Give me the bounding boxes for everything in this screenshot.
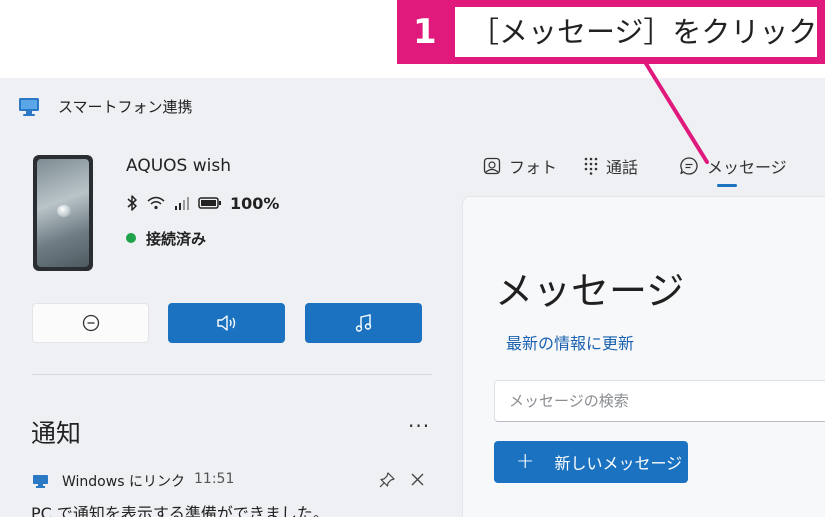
pin-icon[interactable] [379, 472, 395, 488]
battery-percentage: 100% [230, 193, 280, 213]
connected-dot-icon [126, 233, 136, 243]
bluetooth-icon [127, 195, 137, 211]
connection-status-text: 接続済み [146, 229, 207, 248]
connection-status: 接続済み [126, 228, 206, 248]
new-message-button[interactable]: + 新しいメッセージ [494, 441, 688, 483]
plus-icon: + [516, 449, 535, 474]
wifi-icon [147, 196, 165, 210]
music-note-icon [355, 314, 371, 332]
step-instruction-text: ［メッセージ］をクリック [470, 15, 818, 49]
signal-icon [175, 197, 189, 210]
notification-time: 11:51 [194, 471, 235, 487]
notification-body: PC で通知を表示する準備ができました。 [31, 504, 329, 517]
messages-heading: メッセージ [495, 269, 685, 313]
phone-image [33, 155, 93, 271]
minus-circle-icon [82, 314, 99, 332]
music-button[interactable] [305, 303, 422, 343]
volume-button[interactable] [168, 303, 285, 343]
step-number: 1 [413, 12, 437, 52]
tab-photos-label: フォト [509, 158, 558, 177]
phone-link-window: スマートフォン連携 AQUOS wish 100% 接続済み 通知 ··· Wi… [0, 78, 825, 517]
tab-messages[interactable]: メッセージ [679, 154, 787, 178]
phone-link-icon [19, 98, 39, 116]
tab-messages-label: メッセージ [707, 158, 787, 177]
tab-photos[interactable]: フォト [483, 154, 557, 178]
notification-app-name: Windows にリンク [62, 474, 185, 490]
link-to-windows-icon [33, 475, 48, 488]
speaker-icon [216, 315, 235, 331]
phone-wallpaper [37, 159, 89, 267]
message-search-field[interactable] [494, 380, 825, 422]
photo-icon [483, 157, 501, 175]
do-not-disturb-button[interactable] [32, 303, 149, 343]
chat-icon [680, 157, 698, 175]
dialpad-icon [584, 157, 598, 175]
refresh-link[interactable]: 最新の情報に更新 [506, 330, 634, 354]
notifications-title: 通知 [31, 419, 82, 448]
more-options-button[interactable]: ··· [408, 414, 430, 438]
new-message-label: 新しいメッセージ [554, 454, 683, 473]
divider [32, 374, 432, 375]
window-title: スマートフォン連携 [58, 98, 193, 116]
tab-calls-label: 通話 [606, 158, 639, 177]
battery-icon [198, 197, 221, 209]
message-search-input[interactable] [495, 381, 825, 421]
tab-calls[interactable]: 通話 [584, 154, 638, 178]
close-icon[interactable] [410, 472, 425, 487]
title-bar: スマートフォン連携 [0, 78, 825, 138]
selected-tab-indicator [717, 184, 737, 187]
device-status-row: 100% [126, 192, 279, 214]
device-name: AQUOS wish [126, 156, 231, 176]
